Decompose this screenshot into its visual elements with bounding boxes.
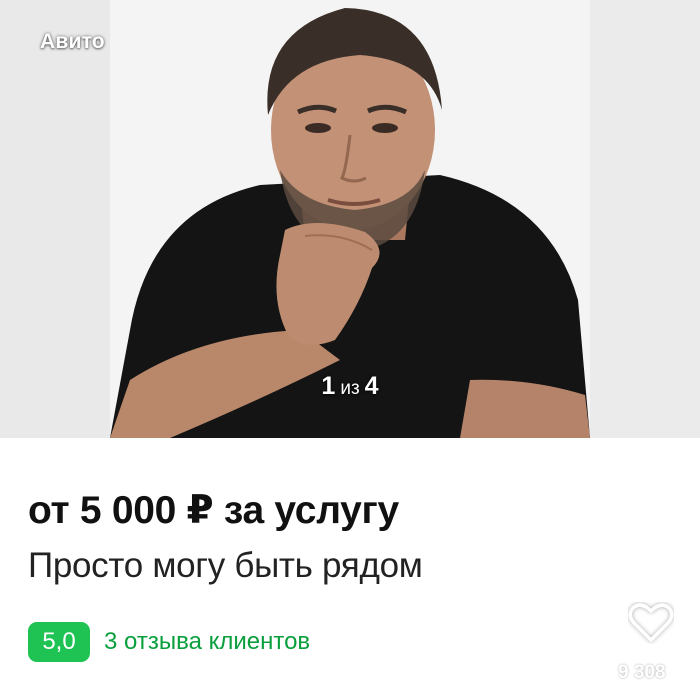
- photo-counter: 1 из 4: [0, 372, 700, 401]
- listing-title: Просто могу быть рядом: [28, 546, 423, 585]
- views-count: 9 308: [618, 662, 666, 683]
- favorite-button[interactable]: [626, 598, 676, 648]
- avito-watermark: Авито: [40, 30, 105, 53]
- photo-counter-total: 4: [364, 372, 379, 400]
- image-gallery[interactable]: Авито 1 из 4: [0, 0, 700, 438]
- heart-icon: [628, 603, 674, 642]
- photo-counter-current: 1: [321, 372, 336, 400]
- rating-row[interactable]: 5,0 3 отзыва клиентов: [28, 622, 310, 662]
- photo-counter-separator: из: [340, 378, 360, 399]
- listing-price: от 5 000 ₽ за услугу: [28, 489, 399, 532]
- rating-badge[interactable]: 5,0: [28, 622, 90, 662]
- reviews-link[interactable]: 3 отзыва клиентов: [104, 628, 310, 656]
